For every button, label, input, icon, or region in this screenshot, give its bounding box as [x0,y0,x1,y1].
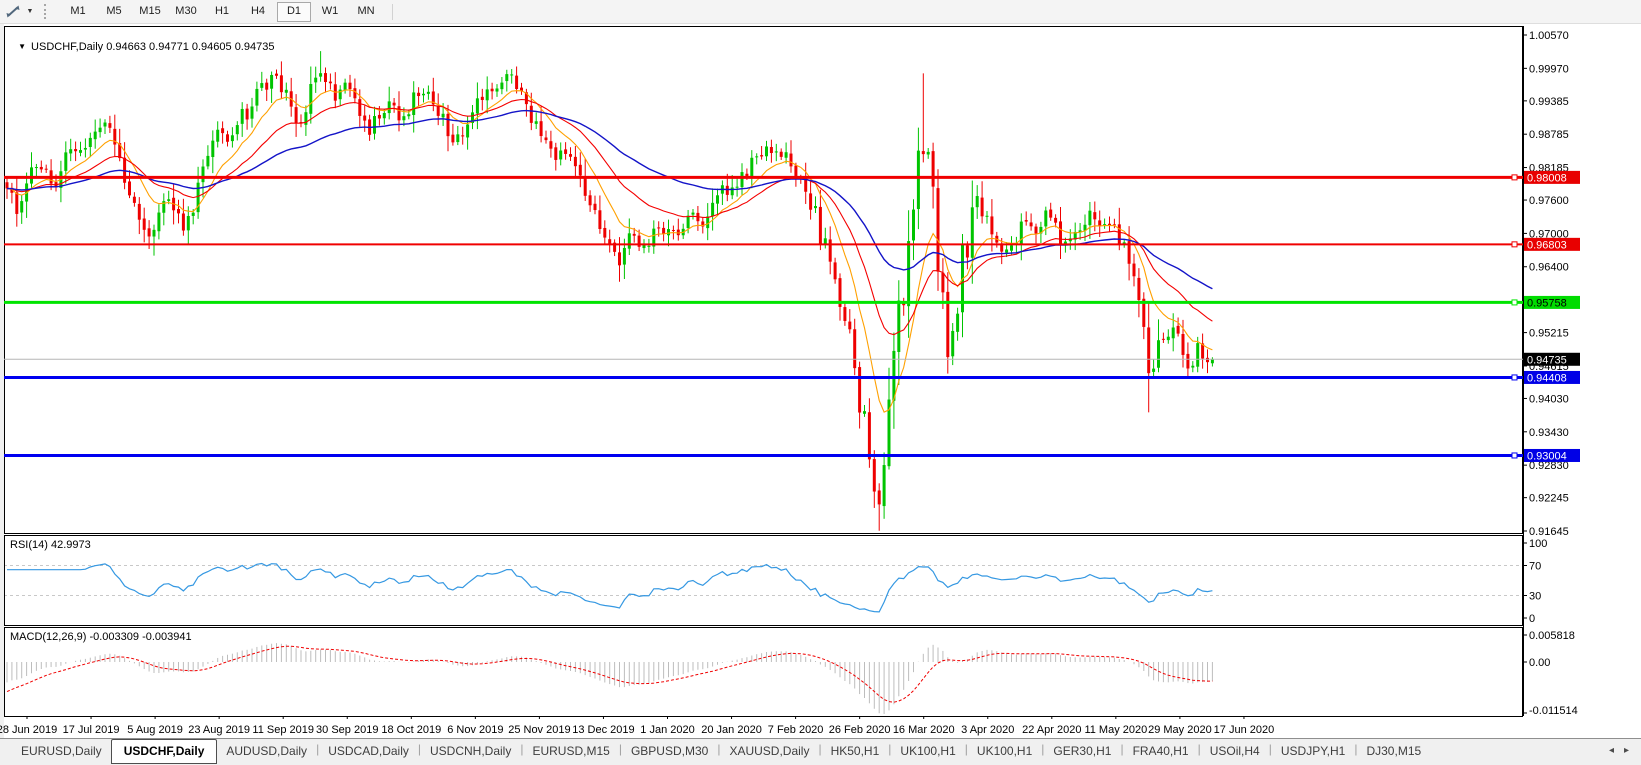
tab-HK50-H1[interactable]: HK50,H1 [822,741,889,761]
svg-text:7 Feb 2020: 7 Feb 2020 [768,724,824,736]
tab-UK100-H1[interactable]: UK100,H1 [891,741,964,761]
tab-FRA40-H1[interactable]: FRA40,H1 [1124,741,1198,761]
chart-tab-bar: EURUSD,Daily USDCHF,Daily AUDUSD,Daily | USD… [0,738,1641,765]
tf-button-D1[interactable]: D1 [277,1,311,22]
svg-text:26 Feb 2020: 26 Feb 2020 [829,724,891,736]
toolbar-separator [392,3,393,20]
tf-button-H1[interactable]: H1 [205,2,239,22]
tf-button-M1[interactable]: M1 [61,2,95,22]
chart-symbol-title: USDCHF,Daily [31,41,104,53]
svg-text:0.94030: 0.94030 [1529,393,1569,405]
svg-text:-0.011514: -0.011514 [1529,705,1578,717]
tab-USOil-H4[interactable]: USOil,H4 [1201,741,1269,761]
tab-USDCHF-Daily[interactable]: USDCHF,Daily [110,739,218,764]
svg-text:13 Dec 2019: 13 Dec 2019 [572,724,634,736]
svg-text:16 Mar 2020: 16 Mar 2020 [893,724,955,736]
tf-button-M30[interactable]: M30 [169,2,203,22]
svg-text:0.99970: 0.99970 [1529,63,1569,75]
price-chart-canvas[interactable]: 1.005700.999700.993850.987850.981850.976… [0,0,1641,764]
tab-scroll-nav: ◂ ▸ [1609,745,1629,756]
svg-text:17 Jul 2019: 17 Jul 2019 [63,724,120,736]
svg-text:0.00: 0.00 [1529,657,1550,669]
svg-text:17 Jun 2020: 17 Jun 2020 [1214,724,1275,736]
tab-XAUUSD-Daily[interactable]: XAUUSD,Daily [720,741,818,761]
svg-text:25 Nov 2019: 25 Nov 2019 [508,724,570,736]
rsi-indicator-label: RSI(14) 42.9973 [10,539,91,551]
chart-tabs: EURUSD,Daily USDCHF,Daily AUDUSD,Daily | USD… [12,739,1430,764]
svg-text:0.95758: 0.95758 [1527,297,1567,309]
svg-text:0: 0 [1529,613,1535,625]
tab-USDJPY-H1[interactable]: USDJPY,H1 [1272,741,1354,761]
svg-text:23 Aug 2019: 23 Aug 2019 [188,724,250,736]
tab-DJ30-M15[interactable]: DJ30,M15 [1357,741,1430,761]
tf-button-H4[interactable]: H4 [241,2,275,22]
svg-text:29 May 2020: 29 May 2020 [1148,724,1212,736]
svg-text:0.94735: 0.94735 [1527,354,1567,366]
svg-text:18 Oct 2019: 18 Oct 2019 [381,724,441,736]
svg-text:3 Apr 2020: 3 Apr 2020 [961,724,1014,736]
chart-ohlc-values: 0.94663 0.94771 0.94605 0.94735 [106,41,275,53]
tab-USDCAD-Daily[interactable]: USDCAD,Daily [319,741,418,761]
svg-text:0.96400: 0.96400 [1529,262,1569,274]
tab-EURUSD-Daily[interactable]: EURUSD,Daily [12,741,111,761]
svg-text:0.005818: 0.005818 [1529,630,1575,642]
svg-text:0.93004: 0.93004 [1527,450,1567,462]
tab-USDCNH-Daily[interactable]: USDCNH,Daily [421,741,520,761]
svg-text:22 Apr 2020: 22 Apr 2020 [1022,724,1081,736]
svg-text:5 Aug 2019: 5 Aug 2019 [127,724,183,736]
svg-text:0.98785: 0.98785 [1529,129,1569,141]
svg-text:0.94408: 0.94408 [1527,372,1567,384]
svg-text:1.00570: 1.00570 [1529,30,1569,42]
svg-text:20 Jan 2020: 20 Jan 2020 [701,724,762,736]
tab-GBPUSD-M30[interactable]: GBPUSD,M30 [622,741,717,761]
tab-EURUSD-M15[interactable]: EURUSD,M15 [523,741,618,761]
svg-text:0.96803: 0.96803 [1527,239,1567,251]
tool-dropdown-arrow-icon[interactable]: ▼ [24,8,36,15]
svg-text:30 Sep 2019: 30 Sep 2019 [316,724,378,736]
tab-AUDUSD-Daily[interactable]: AUDUSD,Daily [217,741,316,761]
tabs-scroll-right-icon[interactable]: ▸ [1624,745,1629,756]
svg-text:0.97600: 0.97600 [1529,195,1569,207]
tf-button-MN[interactable]: MN [349,2,383,22]
svg-text:0.92245: 0.92245 [1529,493,1569,505]
svg-text:0.93430: 0.93430 [1529,427,1569,439]
tabs-scroll-left-icon[interactable]: ◂ [1609,745,1614,756]
tf-button-W1[interactable]: W1 [313,2,347,22]
svg-text:28 Jun 2019: 28 Jun 2019 [0,724,57,736]
macd-indicator-label: MACD(12,26,9) -0.003309 -0.003941 [10,631,192,643]
svg-text:0.99385: 0.99385 [1529,96,1569,108]
tab-GER30-H1[interactable]: GER30,H1 [1044,741,1120,761]
timeframe-buttons: M1 M5 M15 M30 H1 H4 D1 W1 MN [60,1,384,22]
chart-title-line: ▼ USDCHF,Daily 0.94663 0.94771 0.94605 0.… [12,29,274,53]
svg-text:0.91645: 0.91645 [1529,526,1569,538]
svg-text:11 May 2020: 11 May 2020 [1084,724,1147,736]
tab-UK100-H1[interactable]: UK100,H1 [968,741,1041,761]
svg-text:100: 100 [1529,538,1547,550]
svg-text:11 Sep 2019: 11 Sep 2019 [252,724,314,736]
svg-text:30: 30 [1529,591,1541,603]
tf-button-M5[interactable]: M5 [97,2,131,22]
svg-text:1 Jan 2020: 1 Jan 2020 [640,724,694,736]
timeframe-toolbar: ▼ M1 M5 M15 M30 H1 H4 D1 W1 MN [0,0,1641,24]
svg-text:0.95215: 0.95215 [1529,328,1569,340]
toolbar-drag-handle[interactable] [44,4,48,19]
svg-text:6 Nov 2019: 6 Nov 2019 [447,724,503,736]
svg-text:70: 70 [1529,561,1541,573]
tf-button-M15[interactable]: M15 [133,2,167,22]
svg-text:0.98008: 0.98008 [1527,172,1567,184]
chart-collapse-arrow-icon[interactable]: ▼ [18,42,26,51]
crosshair-tool-icon[interactable] [2,3,24,21]
